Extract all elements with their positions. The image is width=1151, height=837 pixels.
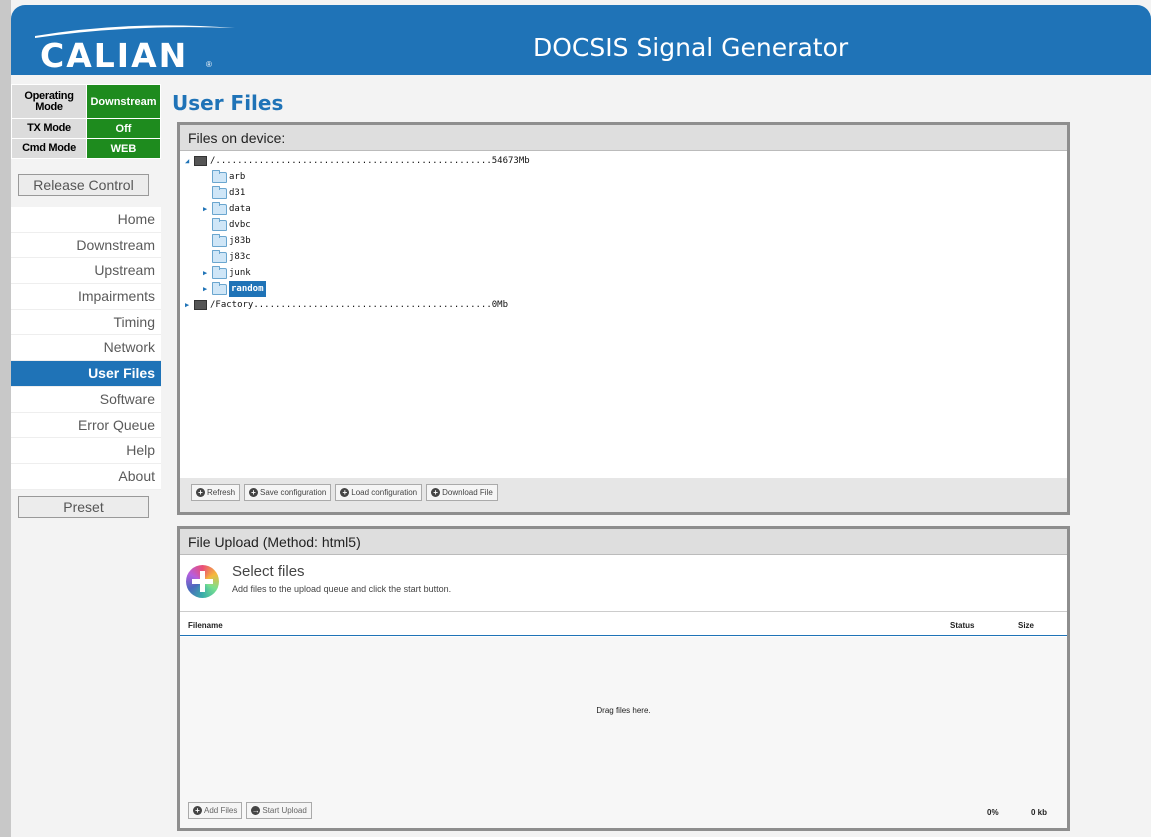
column-filename: Filename — [188, 621, 223, 630]
tree-node-j83c[interactable]: j83c — [203, 249, 251, 265]
upload-panel-title: File Upload (Method: html5) — [180, 529, 1067, 555]
sidebar-item-impairments[interactable]: Impairments — [11, 284, 161, 310]
plus-circle-icon: + — [249, 488, 259, 497]
select-files-title[interactable]: Select files — [232, 563, 305, 580]
drop-zone-text: Drag files here. — [596, 706, 651, 715]
header-bar: CALIAN ® DOCSIS Signal Generator — [11, 5, 1151, 75]
status-value: Off — [86, 118, 161, 139]
status-key: Operating Mode — [11, 84, 87, 119]
status-key: Cmd Mode — [11, 138, 87, 159]
drive-icon — [194, 156, 207, 166]
sidebar-item-timing[interactable]: Timing — [11, 309, 161, 336]
drive-icon — [194, 300, 207, 310]
tree-node-d31[interactable]: d31 — [203, 185, 245, 201]
tree-node-label: j83b — [229, 236, 251, 246]
sidebar-item-help[interactable]: Help — [11, 438, 161, 464]
collapsed-arrow-icon[interactable]: ▶ — [203, 201, 212, 217]
tree-node-data[interactable]: ▶ data — [203, 201, 251, 217]
sidebar-item-error-queue[interactable]: Error Queue — [11, 412, 161, 439]
expanded-arrow-icon[interactable]: ◢ — [185, 153, 194, 169]
sidebar-item-network[interactable]: Network — [11, 335, 161, 362]
folder-icon — [212, 217, 227, 231]
tree-node-junk[interactable]: ▶ junk — [203, 265, 251, 281]
tree-node-random[interactable]: ▶ random — [203, 281, 266, 297]
calian-logo: CALIAN ® — [30, 18, 240, 78]
upload-progress: 0% — [987, 808, 999, 817]
tree-node-label: /Factory................................… — [210, 300, 509, 310]
preset-button[interactable]: Preset — [18, 496, 149, 518]
folder-icon — [212, 265, 227, 279]
tree-node-dvbc[interactable]: dvbc — [203, 217, 251, 233]
sidebar-item-user-files[interactable]: User Files — [11, 361, 161, 387]
column-status: Status — [950, 621, 975, 630]
add-files-button[interactable]: + Add Files — [188, 802, 243, 819]
status-row-tx-mode: TX Mode Off — [11, 118, 161, 139]
app-frame: CALIAN ® DOCSIS Signal Generator Operati… — [11, 0, 1151, 837]
drop-zone[interactable]: Drag files here. — [180, 637, 1067, 795]
tree-node-label: dvbc — [229, 220, 251, 230]
release-control-button[interactable]: Release Control — [18, 174, 149, 196]
column-size: Size — [1018, 621, 1035, 630]
plus-circle-icon: + — [431, 488, 441, 497]
tree-node-label: random — [229, 281, 266, 297]
tree-node-label: arb — [229, 172, 246, 182]
select-files-hint: Add files to the upload queue and click … — [232, 584, 452, 594]
tree-node-root[interactable]: ◢ /.....................................… — [185, 153, 530, 169]
plus-circle-icon: + — [193, 806, 202, 815]
tree-node-label: j83c — [229, 252, 251, 262]
files-panel-title: Files on device: — [180, 125, 1067, 151]
sidebar-item-downstream[interactable]: Downstream — [11, 232, 161, 259]
collapsed-arrow-icon[interactable]: ▶ — [203, 281, 212, 297]
files-on-device-panel: Files on device: ◢ /....................… — [177, 122, 1070, 515]
sidebar-nav: Home Downstream Upstream Impairments Tim… — [11, 207, 161, 490]
download-file-button[interactable]: + Download File — [426, 484, 498, 501]
folder-icon — [212, 201, 227, 215]
select-files-area[interactable]: Select files Add files to the upload que… — [180, 556, 1067, 612]
sidebar-item-software[interactable]: Software — [11, 386, 161, 413]
status-key: TX Mode — [11, 118, 87, 139]
add-files-plus-icon[interactable] — [186, 565, 219, 598]
upload-table-header: Filename Status Size — [180, 612, 1067, 636]
upload-footer: + Add Files → Start Upload 0% 0 kb — [180, 794, 1067, 828]
refresh-button[interactable]: + Refresh — [191, 484, 241, 501]
folder-icon — [212, 233, 227, 247]
tree-node-label: junk — [229, 268, 251, 278]
folder-icon — [212, 185, 227, 199]
folder-icon — [212, 281, 227, 295]
app-title: DOCSIS Signal Generator — [533, 33, 849, 62]
status-value: Downstream — [86, 84, 161, 119]
file-upload-panel: File Upload (Method: html5) Select files… — [177, 526, 1070, 831]
status-value: WEB — [86, 138, 161, 159]
status-table: Operating Mode Downstream TX Mode Off Cm… — [11, 84, 161, 159]
page-title: User Files — [172, 91, 284, 115]
sidebar-item-home[interactable]: Home — [11, 207, 161, 233]
plus-circle-icon: + — [196, 488, 205, 497]
tree-node-label: data — [229, 204, 251, 214]
status-row-operating-mode: Operating Mode Downstream — [11, 84, 161, 119]
status-row-cmd-mode: Cmd Mode WEB — [11, 138, 161, 159]
folder-icon — [212, 249, 227, 263]
load-configuration-button[interactable]: + Load configuration — [335, 484, 423, 501]
collapsed-arrow-icon[interactable]: ▶ — [185, 297, 194, 313]
save-configuration-button[interactable]: + Save configuration — [244, 484, 332, 501]
files-toolbar: + Refresh + Save configuration + Load co… — [180, 478, 1067, 512]
tree-node-arb[interactable]: arb — [203, 169, 245, 185]
arrow-circle-icon: → — [251, 806, 261, 815]
tree-node-label: /.......................................… — [210, 156, 530, 166]
sidebar-item-upstream[interactable]: Upstream — [11, 258, 161, 285]
tree-node-j83b[interactable]: j83b — [203, 233, 251, 249]
folder-icon — [212, 169, 227, 183]
collapsed-arrow-icon[interactable]: ▶ — [203, 265, 212, 281]
plus-circle-icon: + — [340, 488, 350, 497]
tree-node-label: d31 — [229, 188, 246, 198]
logo-registered-mark: ® — [206, 60, 212, 69]
start-upload-button[interactable]: → Start Upload — [246, 802, 312, 819]
sidebar-item-about[interactable]: About — [11, 463, 161, 490]
file-tree: ◢ /.....................................… — [180, 153, 1067, 477]
logo-text: CALIAN — [40, 36, 189, 75]
upload-total-size: 0 kb — [1031, 808, 1048, 817]
tree-node-factory[interactable]: ▶ /Factory..............................… — [185, 297, 508, 313]
